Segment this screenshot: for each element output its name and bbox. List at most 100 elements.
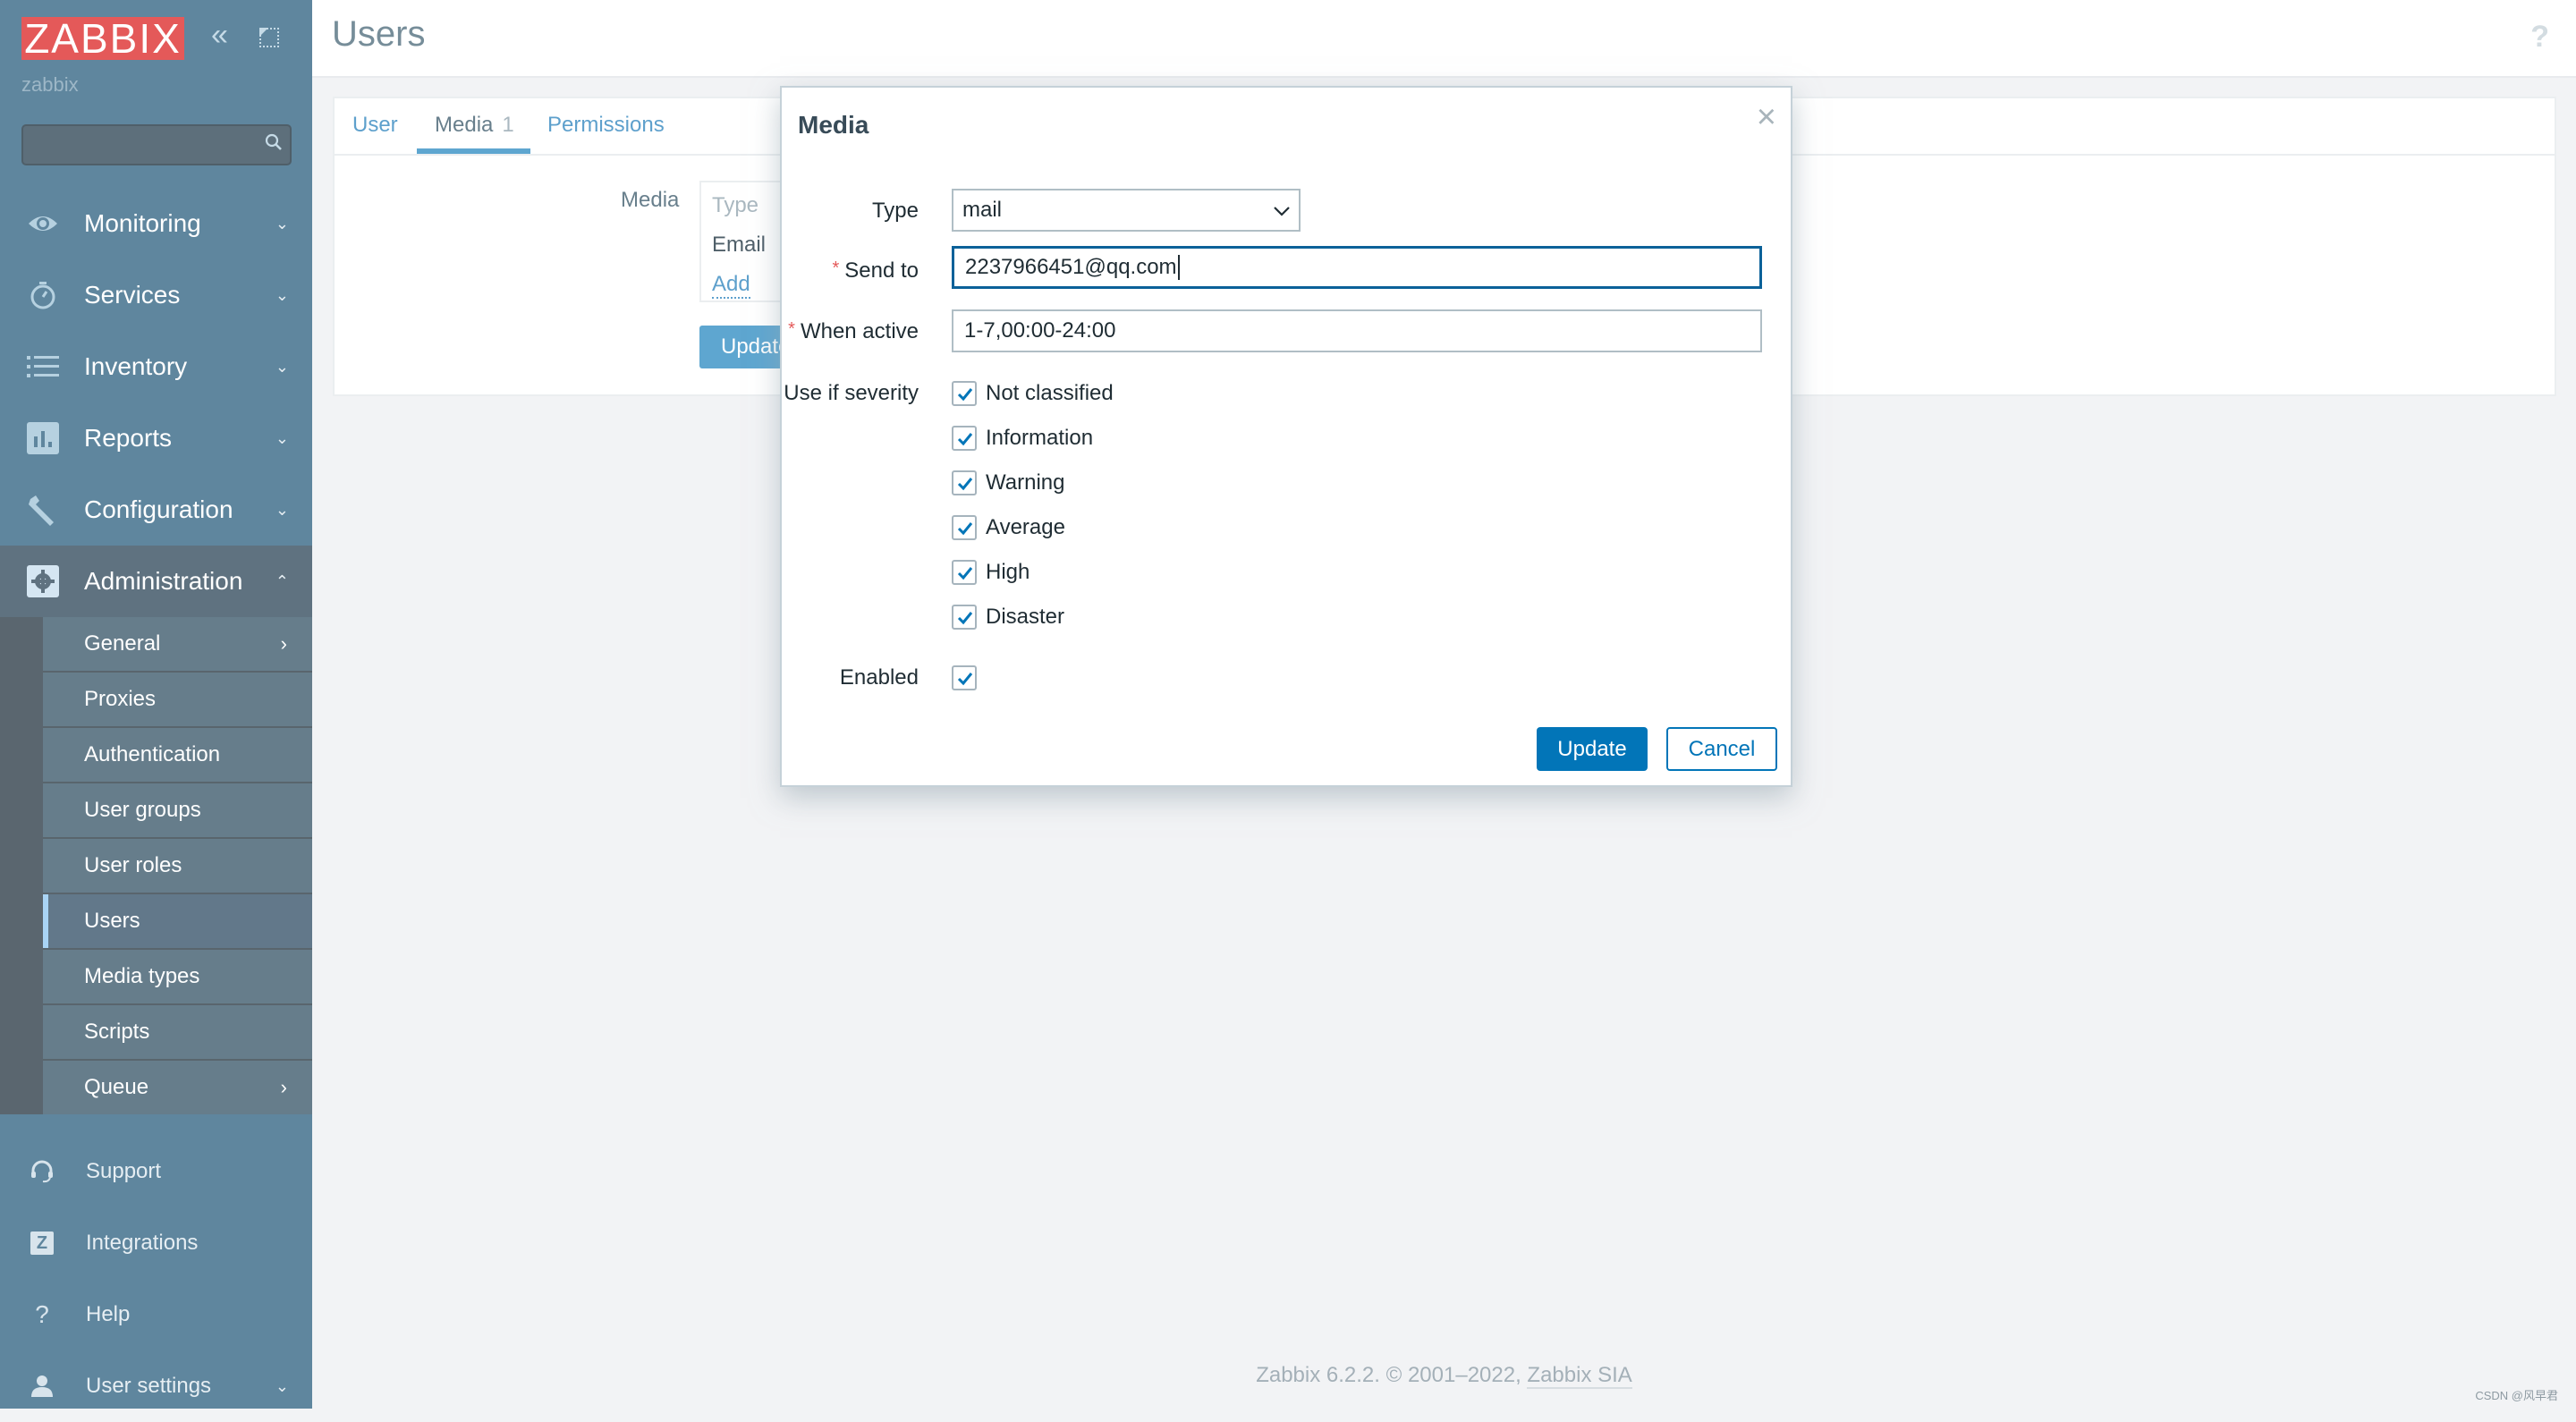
send-to-label-text: Send to xyxy=(844,258,919,283)
bar-chart-icon xyxy=(27,422,59,454)
submenu-label: General xyxy=(84,631,161,656)
severity-not-classified[interactable]: Not classified xyxy=(952,379,1114,408)
enabled-checkbox[interactable] xyxy=(952,665,977,690)
menu-item-monitoring[interactable]: Monitoring ⌄ xyxy=(0,188,312,259)
chevron-right-icon: › xyxy=(280,632,287,655)
checkbox-checked[interactable] xyxy=(952,515,977,540)
type-select[interactable]: mail xyxy=(952,189,1301,232)
media-count-badge: 1 xyxy=(502,113,514,137)
page-header: Users ? xyxy=(312,0,2576,78)
menu-item-reports[interactable]: Reports ⌄ xyxy=(0,402,312,474)
search-icon[interactable] xyxy=(265,133,283,151)
required-asterisk: * xyxy=(832,258,840,278)
type-select-value: mail xyxy=(962,198,1003,222)
menu-item-inventory[interactable]: Inventory ⌄ xyxy=(0,331,312,402)
headset-icon xyxy=(31,1160,53,1183)
update-button[interactable]: Update xyxy=(1537,727,1648,771)
menu-label: Services xyxy=(84,281,181,309)
menu-item-help[interactable]: ? Help xyxy=(0,1279,312,1350)
close-icon[interactable]: × xyxy=(1757,100,1776,134)
checkbox-label: Information xyxy=(986,426,1094,450)
when-active-label: * When active xyxy=(788,319,919,344)
chevron-down-icon: ⌄ xyxy=(275,428,289,447)
submenu-item-proxies[interactable]: Proxies xyxy=(43,673,312,728)
submenu-label: Media types xyxy=(84,964,200,988)
menu-item-configuration[interactable]: Configuration ⌄ xyxy=(0,474,312,546)
submenu-item-queue[interactable]: Queue › xyxy=(43,1061,312,1114)
submenu-label: User groups xyxy=(84,798,201,822)
menu-label: Monitoring xyxy=(84,209,201,237)
checkbox-checked[interactable] xyxy=(952,470,977,495)
checkbox-checked[interactable] xyxy=(952,426,977,451)
help-icon[interactable]: ? xyxy=(2530,20,2549,55)
severity-high[interactable]: High xyxy=(952,558,1030,587)
menu-label: Support xyxy=(86,1159,162,1183)
administration-submenu: General › Proxies Authentication User gro… xyxy=(0,617,312,1114)
checkbox-checked[interactable] xyxy=(952,381,977,406)
severity-information[interactable]: Information xyxy=(952,424,1093,453)
chevron-right-icon: › xyxy=(280,1076,287,1098)
checkbox-label: Disaster xyxy=(986,605,1065,629)
server-name: zabbix xyxy=(21,73,79,96)
menu-item-administration[interactable]: Administration ⌃ xyxy=(0,546,312,617)
tab-user[interactable]: User xyxy=(352,113,398,138)
checkbox-checked[interactable] xyxy=(952,560,977,585)
enabled-checkbox-row[interactable] xyxy=(952,664,977,692)
text-caret xyxy=(1177,255,1180,280)
zabbix-z-icon: Z xyxy=(30,1232,54,1255)
submenu-item-authentication[interactable]: Authentication xyxy=(43,728,312,783)
menu-label: Integrations xyxy=(86,1231,199,1255)
sidebar-search-input[interactable] xyxy=(21,124,292,165)
eye-icon xyxy=(29,216,57,231)
severity-warning[interactable]: Warning xyxy=(952,469,1064,497)
submenu-item-user-groups[interactable]: User groups xyxy=(43,783,312,839)
stopwatch-icon xyxy=(30,282,55,309)
required-asterisk: * xyxy=(788,319,795,339)
severity-average[interactable]: Average xyxy=(952,513,1065,542)
chevron-down-icon: ⌄ xyxy=(275,214,289,233)
sidebar: ZABBIX « zabbix Monitoring ⌄ Services ⌄ … xyxy=(0,0,312,1409)
checkbox-label: Warning xyxy=(986,470,1065,495)
chevron-up-icon: ⌃ xyxy=(275,571,289,590)
submenu-item-scripts[interactable]: Scripts xyxy=(43,1005,312,1061)
tab-permissions[interactable]: Permissions xyxy=(547,113,665,138)
chevron-down-icon: ⌄ xyxy=(275,285,289,304)
type-label: Type xyxy=(871,199,919,223)
chevron-down-icon xyxy=(1274,207,1290,216)
submenu-item-media-types[interactable]: Media types xyxy=(43,950,312,1005)
menu-label: Reports xyxy=(84,424,173,452)
tab-media[interactable]: Media 1 xyxy=(435,113,514,138)
question-icon: ? xyxy=(35,1300,49,1328)
menu-item-integrations[interactable]: Z Integrations xyxy=(0,1207,312,1279)
cancel-button[interactable]: Cancel xyxy=(1666,727,1777,771)
check-icon xyxy=(957,478,973,491)
footer-copyright: Zabbix 6.2.2. © 2001–2022, xyxy=(1256,1363,1528,1387)
checkbox-checked[interactable] xyxy=(952,605,977,630)
add-media-link[interactable]: Add xyxy=(712,272,750,299)
submenu-item-users[interactable]: Users xyxy=(43,894,312,950)
send-to-input[interactable]: 2237966451@qq.com xyxy=(952,246,1762,289)
media-field-label: Media xyxy=(621,188,680,212)
check-icon xyxy=(957,673,973,686)
zabbix-logo[interactable]: ZABBIX xyxy=(21,17,184,60)
menu-item-support[interactable]: Support xyxy=(0,1136,312,1207)
chevron-down-icon: ⌄ xyxy=(275,500,289,519)
menu-item-user-settings[interactable]: User settings ⌄ xyxy=(0,1350,312,1422)
submenu-item-general[interactable]: General › xyxy=(43,617,312,673)
main-menu: Monitoring ⌄ Services ⌄ Inventory ⌄ Repo… xyxy=(0,188,312,1114)
menu-label: Help xyxy=(86,1302,131,1326)
submenu-item-user-roles[interactable]: User roles xyxy=(43,839,312,894)
check-icon xyxy=(957,433,973,446)
menu-label: Inventory xyxy=(84,352,188,380)
menu-label: Configuration xyxy=(84,495,233,523)
submenu-label: Users xyxy=(84,909,140,933)
severity-disaster[interactable]: Disaster xyxy=(952,603,1064,631)
menu-item-services[interactable]: Services ⌄ xyxy=(0,259,312,331)
zabbix-sia-link[interactable]: Zabbix SIA xyxy=(1527,1363,1632,1389)
when-active-input[interactable]: 1-7,00:00-24:00 xyxy=(952,309,1762,352)
collapse-sidebar-icon[interactable]: « xyxy=(211,20,238,50)
when-active-value: 1-7,00:00-24:00 xyxy=(964,318,1116,343)
kiosk-mode-icon[interactable] xyxy=(259,28,279,47)
submenu-label: User roles xyxy=(84,853,182,877)
footer: Zabbix 6.2.2. © 2001–2022, Zabbix SIA xyxy=(312,1363,2576,1389)
